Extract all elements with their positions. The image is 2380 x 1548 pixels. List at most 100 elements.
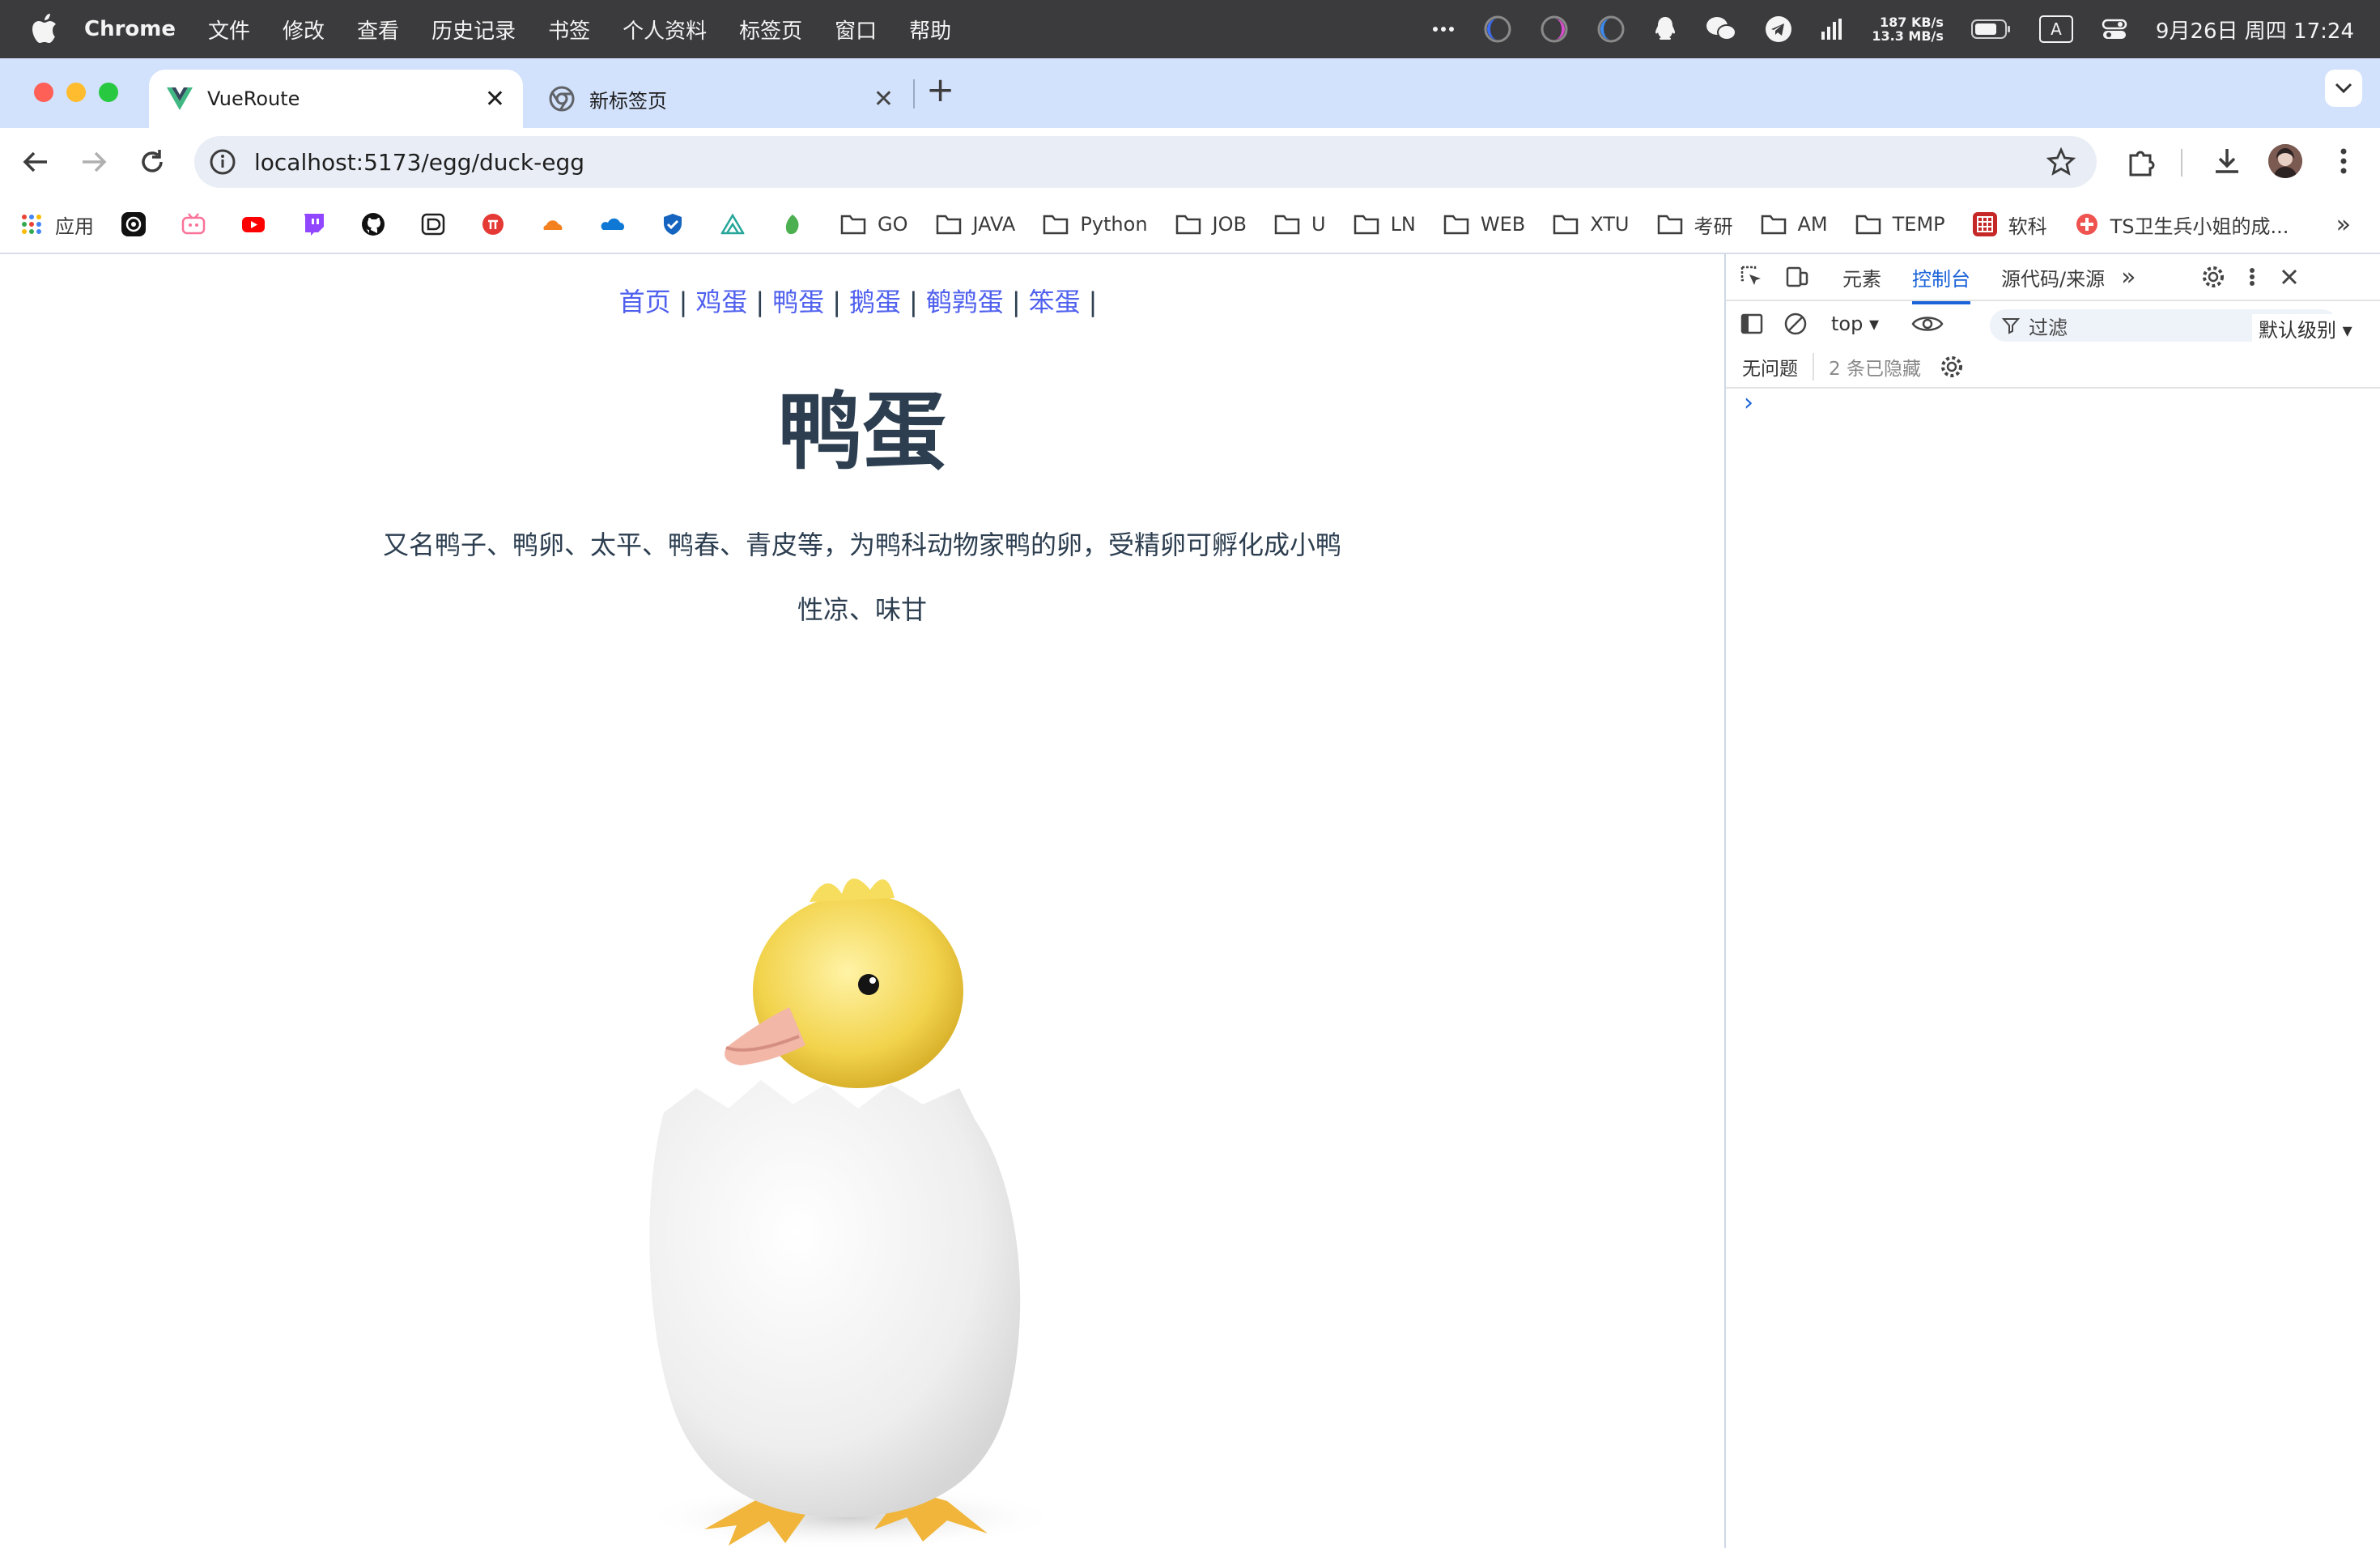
qq-icon[interactable]: [1653, 15, 1677, 43]
bookmark-cloudflare[interactable]: [541, 212, 576, 236]
window-minimize-button[interactable]: [66, 83, 86, 102]
bookmark-folder-job[interactable]: JOB: [1175, 213, 1247, 236]
sidebar-toggle-icon[interactable]: [1739, 311, 1765, 337]
blue-ring-icon[interactable]: [1596, 15, 1626, 44]
console-settings-gear-icon[interactable]: [1939, 354, 1965, 380]
reload-icon[interactable]: [136, 146, 168, 178]
bookmark-dev[interactable]: [421, 212, 457, 236]
bookmark-shield[interactable]: [661, 212, 696, 236]
profile-avatar[interactable]: [2268, 144, 2302, 178]
status-area: 187 KB/s 13.3 MB/s A 9月26日 周四 17:24: [1431, 0, 2354, 58]
more-dots-icon[interactable]: [1431, 17, 1456, 41]
menu-bookmarks[interactable]: 书签: [548, 15, 590, 45]
menu-file[interactable]: 文件: [208, 15, 250, 45]
download-icon[interactable]: [2210, 144, 2244, 178]
bookmark-folder-u[interactable]: U: [1274, 213, 1326, 236]
device-toolbar-icon[interactable]: [1784, 264, 1810, 290]
nav-separator: |: [1011, 287, 1021, 317]
nav-link-home[interactable]: 首页: [619, 287, 671, 317]
extensions-puzzle-icon[interactable]: [2124, 144, 2158, 178]
address-bar[interactable]: localhost:5173/egg/duck-egg: [194, 136, 2097, 188]
toolbar-divider: [2181, 149, 2182, 176]
bookmark-folder-xtu[interactable]: XTU: [1553, 213, 1630, 236]
battery-icon[interactable]: [1970, 19, 2012, 40]
bookmark-folder-temp[interactable]: TEMP: [1855, 213, 1945, 236]
input-method-icon[interactable]: A: [2038, 15, 2073, 43]
bookmark-folder-go[interactable]: GO: [840, 213, 908, 236]
more-vertical-icon[interactable]: [2328, 144, 2359, 178]
nav-link-duck-egg[interactable]: 鸭蛋: [772, 287, 824, 317]
bookmark-ts-medic[interactable]: TS卫生兵小姐的成...: [2075, 211, 2289, 239]
bookmark-bilibili[interactable]: [181, 212, 217, 236]
devtools-tab-sources[interactable]: 源代码/来源: [2001, 263, 2105, 291]
moon-app-icon[interactable]: [1483, 15, 1512, 44]
inspect-element-icon[interactable]: [1739, 264, 1765, 290]
menu-tab[interactable]: 标签页: [739, 15, 802, 45]
wechat-icon[interactable]: [1705, 15, 1737, 43]
tab-search-button[interactable]: [2325, 70, 2362, 107]
bookmark-apps[interactable]: 应用: [19, 211, 94, 239]
settings-gear-icon[interactable]: [2200, 264, 2226, 290]
bookmark-onedrive[interactable]: [601, 212, 636, 236]
folder-icon: [1553, 215, 1579, 235]
nav-link-quail-egg[interactable]: 鹌鹑蛋: [926, 287, 1004, 317]
bookmark-star-icon[interactable]: [2046, 147, 2076, 176]
log-level-selector[interactable]: 默认级别 ▾: [2252, 314, 2352, 342]
bookmark-folder-java[interactable]: JAVA: [936, 213, 1015, 236]
bookmark-leaf[interactable]: [780, 212, 816, 236]
more-tabs-chevron-icon[interactable]: »: [2121, 263, 2136, 291]
prompt-chevron-icon: ›: [1744, 389, 1753, 417]
telegram-icon[interactable]: [1765, 15, 1792, 43]
menu-window[interactable]: 窗口: [835, 15, 877, 45]
tab-close-icon[interactable]: ✕: [873, 85, 894, 113]
devtools-tab-console[interactable]: 控制台: [1912, 263, 1970, 304]
devtools-menu-icon[interactable]: [2244, 264, 2260, 290]
tab-vueroute[interactable]: VueRoute ✕: [149, 70, 523, 128]
apple-logo-icon[interactable]: [31, 14, 58, 45]
url-text[interactable]: localhost:5173/egg/duck-egg: [254, 149, 584, 176]
context-selector[interactable]: top ▾: [1831, 313, 1879, 335]
pink-ring-icon[interactable]: [1540, 15, 1569, 44]
bookmark-folder-python[interactable]: Python: [1043, 213, 1148, 236]
window-close-button[interactable]: [34, 83, 53, 102]
bookmark-openai[interactable]: [121, 212, 157, 236]
bookmark-label: TS卫生兵小姐的成...: [2110, 215, 2289, 238]
forward-arrow-icon[interactable]: [78, 146, 110, 178]
bookmark-folder-am[interactable]: AM: [1761, 213, 1828, 236]
console-prompt[interactable]: ›: [1744, 389, 1753, 417]
bookmarks-overflow-icon[interactable]: »: [2336, 211, 2351, 239]
control-center-icon[interactable]: [2101, 15, 2128, 43]
site-info-icon[interactable]: [209, 148, 236, 176]
clear-console-icon[interactable]: [1783, 311, 1808, 337]
new-tab-button[interactable]: +: [926, 70, 954, 109]
devtools-tab-elements[interactable]: 元素: [1842, 263, 1881, 291]
bookmark-mountain[interactable]: [720, 212, 756, 236]
nav-link-chicken-egg[interactable]: 鸡蛋: [695, 287, 747, 317]
window-zoom-button[interactable]: [99, 83, 118, 102]
live-expression-eye-icon[interactable]: [1911, 311, 1944, 337]
bookmark-folder-ln[interactable]: LN: [1354, 213, 1416, 236]
nav-link-goose-egg[interactable]: 鹅蛋: [849, 287, 901, 317]
menu-history[interactable]: 历史记录: [431, 15, 516, 45]
bookmark-folder-kaoyan[interactable]: 考研: [1657, 211, 1733, 239]
tab-close-icon[interactable]: ✕: [485, 85, 505, 113]
avatar-image-icon: [2268, 144, 2302, 178]
bookmark-folder-web[interactable]: WEB: [1443, 213, 1525, 236]
bookmark-label: XTU: [1590, 213, 1630, 236]
bookmark-ruanke[interactable]: 软科: [1972, 211, 2047, 239]
menu-app-name[interactable]: Chrome: [84, 17, 176, 41]
close-devtools-icon[interactable]: [2276, 264, 2302, 290]
menu-profiles[interactable]: 个人资料: [623, 15, 707, 45]
menu-edit[interactable]: 修改: [283, 15, 325, 45]
tab-new-tab[interactable]: 新标签页 ✕: [531, 70, 912, 128]
back-arrow-icon[interactable]: [19, 146, 52, 178]
clock[interactable]: 9月26日 周四 17:24: [2156, 15, 2354, 45]
menu-help[interactable]: 帮助: [909, 15, 951, 45]
nav-link-stupid-egg[interactable]: 笨蛋: [1029, 287, 1081, 317]
menu-view[interactable]: 查看: [357, 15, 399, 45]
bookmark-twitch[interactable]: [301, 212, 337, 236]
bookmark-github[interactable]: [361, 212, 397, 236]
bookmark-youtube[interactable]: [241, 212, 277, 236]
issues-label[interactable]: 无问题: [1742, 353, 1814, 381]
bookmark-pi[interactable]: [481, 212, 516, 236]
